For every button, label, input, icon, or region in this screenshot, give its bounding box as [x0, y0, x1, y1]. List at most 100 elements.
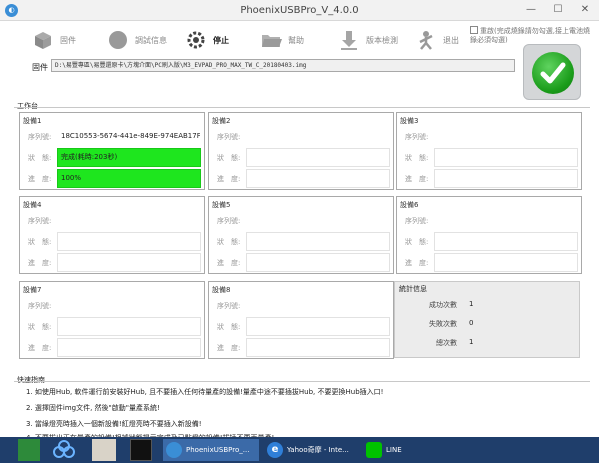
- person-icon: [419, 31, 433, 50]
- device-progress-value: [57, 338, 201, 357]
- device-panel: 設備1 序列號: 18C10553-5674-441e-849E-974EAB17F…: [19, 112, 205, 190]
- device-status-row: 狀 態:: [209, 147, 393, 168]
- device-progress-label: 進 度:: [405, 175, 429, 183]
- ie-icon: e: [267, 442, 283, 458]
- device-status-row: 狀 態:: [20, 316, 204, 337]
- device-serial-value: [246, 211, 390, 230]
- taskbar: PhoenixUSBPro_... e Yahoo奇摩 - Inte... LI…: [0, 437, 599, 463]
- device-progress-value: [57, 253, 201, 272]
- quickstart-divider: [14, 381, 590, 382]
- device-status-value: 完成(耗時:203秒): [57, 148, 201, 167]
- device-title: 設備8: [212, 286, 231, 294]
- device-progress-row: 進 度:: [20, 252, 204, 273]
- device-serial-row: 序列號:: [397, 126, 581, 147]
- device-serial-label: 序列號:: [217, 217, 241, 225]
- device-panel: 設備3 序列號: 狀 態: 進 度:: [396, 112, 582, 190]
- firmware-label: 固件: [32, 63, 48, 72]
- device-status-value: [434, 148, 578, 167]
- device-panel: 設備6 序列號: 狀 態: 進 度:: [396, 196, 582, 274]
- device-serial-label: 序列號:: [28, 133, 52, 141]
- start-status-button[interactable]: [523, 44, 581, 100]
- stats-value: 1: [469, 300, 474, 308]
- device-serial-label: 序列號:: [405, 133, 429, 141]
- taskbar-app-browser[interactable]: e Yahoo奇摩 - Inte...: [264, 439, 358, 461]
- device-serial-label: 序列號:: [28, 302, 52, 310]
- cloud-app-icon[interactable]: [52, 439, 76, 461]
- maximize-button[interactable]: ☐: [545, 0, 571, 21]
- device-title: 設備3: [400, 117, 419, 125]
- device-serial-row: 序列號:: [20, 210, 204, 231]
- package-icon: [35, 32, 51, 49]
- circle-icon: [109, 31, 127, 49]
- reboot-option-label: 重啟(完成燒錄請勿勾選,接上電池燒錄必須勾選): [470, 27, 590, 44]
- exit-button-label: 退出: [443, 35, 459, 45]
- device-progress-row: 進 度:: [209, 168, 393, 189]
- terminal-icon[interactable]: [130, 439, 152, 461]
- firmware-button-label: 固件: [60, 35, 76, 45]
- stats-label: 總次數: [436, 339, 457, 347]
- device-status-row: 狀 態:: [397, 231, 581, 252]
- reboot-checkbox[interactable]: [470, 26, 478, 34]
- quickstart-label: 快速指南: [17, 376, 45, 384]
- device-serial-value: 18C10553-5674-441e-849E-974EAB17F8FB: [57, 127, 201, 146]
- firmware-button[interactable]: 固件: [32, 28, 76, 52]
- device-serial-row: 序列號:: [209, 295, 393, 316]
- device-status-row: 狀 態:: [209, 231, 393, 252]
- device-serial-value: [246, 127, 390, 146]
- taskbar-app-phoenix-inner: PhoenixUSBPro_...: [163, 439, 249, 461]
- device-title: 設備7: [23, 286, 42, 294]
- taskbar-app-label: PhoenixUSBPro_...: [186, 446, 250, 454]
- device-status-row: 狀 態:: [20, 231, 204, 252]
- device-status-label: 狀 態:: [217, 238, 241, 246]
- device-status-row: 狀 態:: [209, 316, 393, 337]
- device-status-label: 狀 態:: [405, 238, 429, 246]
- taskbar-app-phoenix[interactable]: PhoenixUSBPro_...: [163, 439, 259, 461]
- reboot-option[interactable]: 重啟(完成燒錄請勿勾選,接上電池燒錄必須勾選): [470, 26, 592, 45]
- device-progress-label: 進 度:: [28, 175, 52, 183]
- help-button-label: 幫助: [288, 35, 304, 45]
- device-progress-row: 進 度:: [209, 337, 393, 358]
- device-serial-label: 序列號:: [217, 302, 241, 310]
- device-serial-label: 序列號:: [217, 133, 241, 141]
- exit-button[interactable]: 退出: [415, 28, 459, 52]
- device-progress-value: [246, 253, 390, 272]
- device-status-value: [57, 317, 201, 336]
- device-progress-value: [246, 169, 390, 188]
- phoenix-icon: [166, 442, 182, 458]
- taskbar-app-label: LINE: [386, 446, 402, 454]
- minimize-button[interactable]: —: [518, 0, 544, 21]
- device-serial-value: [57, 296, 201, 315]
- device-status-row: 狀 態: 完成(耗時:203秒): [20, 147, 204, 168]
- device-serial-value: [57, 211, 201, 230]
- device-serial-row: 序列號:: [397, 210, 581, 231]
- stop-button[interactable]: 停止: [185, 28, 229, 52]
- debug-info-button[interactable]: 調試信息: [107, 28, 167, 52]
- device-progress-value: [246, 338, 390, 357]
- device-progress-row: 進 度:: [397, 252, 581, 273]
- quickstart-item: 1. 如使用Hub, 軟件運行前安裝好Hub, 且不要插入任何待量產的設備!量產…: [26, 388, 384, 396]
- device-status-label: 狀 態:: [405, 154, 429, 162]
- device-serial-value: [434, 127, 578, 146]
- debug-info-button-label: 調試信息: [135, 35, 167, 45]
- store-icon[interactable]: [18, 439, 40, 461]
- stats-label: 失敗次數: [429, 320, 457, 328]
- stats-row-failure: 失敗次數 0: [395, 319, 581, 331]
- firmware-path-field[interactable]: D:\易豐專區\易豐還原卡\方塊介面\PC刷入版\M3_EVPAD_PRO_MA…: [51, 59, 515, 72]
- device-status-label: 狀 態:: [28, 154, 52, 162]
- help-button[interactable]: 幫助: [260, 28, 304, 52]
- device-panel: 設備5 序列號: 狀 態: 進 度:: [208, 196, 394, 274]
- line-icon: [366, 442, 382, 458]
- download-icon: [341, 31, 357, 50]
- device-progress-label: 進 度:: [28, 259, 52, 267]
- device-title: 設備2: [212, 117, 231, 125]
- close-button[interactable]: ✕: [572, 0, 598, 21]
- taskbar-app-line[interactable]: LINE: [363, 439, 423, 461]
- device-status-value: [57, 232, 201, 251]
- device-status-value: [434, 232, 578, 251]
- character-app-icon[interactable]: [92, 439, 116, 461]
- device-status-value: [246, 317, 390, 336]
- device-progress-value: [434, 169, 578, 188]
- version-check-button[interactable]: 版本檢測: [338, 28, 398, 52]
- taskbar-app-label: Yahoo奇摩 - Inte...: [287, 446, 349, 454]
- workstation-divider: [14, 107, 590, 108]
